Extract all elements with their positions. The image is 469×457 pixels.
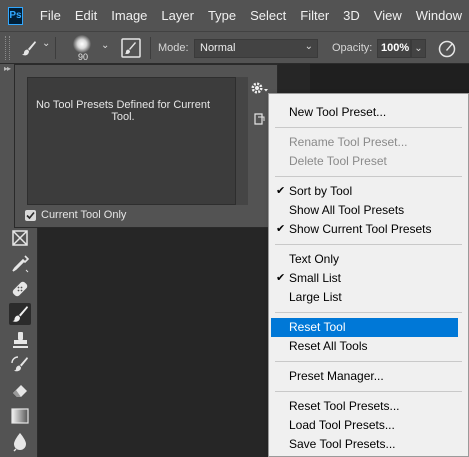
menu-separator	[275, 312, 462, 313]
brush-tip-preview[interactable]	[73, 35, 91, 53]
brush-tool-button[interactable]	[9, 303, 31, 325]
menu-item-label: Rename Tool Preset...	[289, 135, 408, 149]
separator	[150, 37, 151, 59]
options-bar-grip[interactable]	[5, 36, 10, 60]
frame-tool-icon[interactable]	[9, 227, 31, 249]
menu-item-show-all-tool-presets[interactable]: Show All Tool Presets	[271, 201, 458, 220]
menu-item-show-current-tool-presets[interactable]: ✔ Show Current Tool Presets	[271, 220, 458, 239]
blend-mode-select[interactable]: Normal ⌄	[194, 39, 318, 58]
mode-label: Mode:	[158, 42, 189, 54]
menu-separator	[275, 361, 462, 362]
menu-item-new-tool-preset[interactable]: New Tool Preset...	[271, 103, 458, 122]
menu-item-label: Text Only	[289, 252, 340, 266]
menu-edit[interactable]: Edit	[68, 8, 104, 23]
menu-item-label: Reset Tool	[289, 320, 346, 334]
menu-item-large-list[interactable]: Large List	[271, 288, 458, 307]
menu-file[interactable]: File	[33, 8, 68, 23]
tool-presets-panel: No Tool Presets Defined for Current Tool…	[14, 64, 278, 228]
tool-preset-picker-caret[interactable]: ⌄	[42, 38, 50, 49]
menu-item-preset-manager[interactable]: Preset Manager...	[271, 367, 458, 386]
current-tool-only-checkbox[interactable]	[25, 209, 36, 221]
brush-size-value: 90	[78, 52, 89, 62]
menu-item-label: Preset Manager...	[289, 369, 384, 383]
tool-presets-list[interactable]: No Tool Presets Defined for Current Tool…	[27, 77, 236, 205]
menu-item-delete-tool-preset[interactable]: Delete Tool Preset	[271, 152, 458, 171]
menu-view[interactable]: View	[367, 8, 409, 23]
menu-item-rename-tool-preset[interactable]: Rename Tool Preset...	[271, 133, 458, 152]
menu-item-label: New Tool Preset...	[289, 105, 387, 119]
history-brush-tool-icon[interactable]	[9, 354, 31, 376]
menu-item-load-tool-presets[interactable]: Load Tool Presets...	[271, 416, 458, 435]
menu-layer[interactable]: Layer	[154, 8, 201, 23]
current-tool-only-option[interactable]: Current Tool Only	[25, 209, 126, 221]
menu-item-label: Show Current Tool Presets	[289, 222, 432, 236]
menu-item-label: Show All Tool Presets	[289, 203, 405, 217]
opacity-label: Opacity:	[332, 42, 373, 54]
separator	[55, 37, 56, 59]
pressure-opacity-icon[interactable]	[437, 39, 457, 59]
current-tool-only-label: Current Tool Only	[41, 209, 127, 221]
menu-item-reset-all-tools[interactable]: Reset All Tools	[271, 337, 458, 356]
eraser-tool-icon[interactable]	[9, 379, 31, 401]
menu-item-save-tool-presets[interactable]: Save Tool Presets...	[271, 435, 458, 454]
preset-list-scrollbar[interactable]	[236, 77, 248, 205]
gear-icon[interactable]	[249, 80, 269, 96]
menu-image[interactable]: Image	[104, 8, 154, 23]
menu-bar: Ps File Edit Image Layer Type Select Fil…	[0, 0, 469, 31]
photoshop-logo: Ps	[8, 6, 23, 25]
checkmark-icon: ✔	[276, 223, 286, 235]
checkmark-icon: ✔	[276, 185, 286, 197]
menu-type[interactable]: Type	[201, 8, 243, 23]
menu-item-label: Load Tool Presets...	[289, 418, 395, 432]
menu-item-label: Reset Tool Presets...	[289, 399, 400, 413]
menu-item-sort-by-tool[interactable]: ✔ Sort by Tool	[271, 182, 458, 201]
menu-filter[interactable]: Filter	[293, 8, 336, 23]
menu-item-text-only[interactable]: Text Only	[271, 250, 458, 269]
new-preset-icon[interactable]	[253, 113, 265, 125]
options-bar: ⌄ 90 ⌄ Mode: Normal ⌄ Opacity: 100% ⌄	[0, 31, 469, 64]
menu-separator	[275, 391, 462, 392]
menu-item-label: Reset All Tools	[289, 339, 368, 353]
menu-item-label: Small List	[289, 271, 342, 285]
blur-tool-icon[interactable]	[9, 430, 31, 452]
no-presets-message: No Tool Presets Defined for Current Tool…	[35, 99, 211, 123]
brush-tool-icon[interactable]	[20, 39, 38, 57]
clone-stamp-tool-icon[interactable]	[9, 329, 31, 351]
menu-item-label: Delete Tool Preset	[289, 154, 387, 168]
checkmark-icon	[26, 211, 35, 219]
menu-3d[interactable]: 3D	[336, 8, 367, 23]
menu-separator	[275, 244, 462, 245]
brush-preset-picker-caret[interactable]: ⌄	[101, 40, 109, 51]
menu-item-reset-tool-presets[interactable]: Reset Tool Presets...	[271, 397, 458, 416]
gradient-tool-icon[interactable]	[9, 405, 31, 427]
tool-presets-flyout-menu: New Tool Preset... Rename Tool Preset...…	[268, 93, 469, 457]
brush-settings-panel-icon[interactable]	[121, 38, 141, 58]
checkmark-icon: ✔	[276, 272, 286, 284]
menu-select[interactable]: Select	[243, 8, 293, 23]
opacity-input[interactable]: 100%	[377, 39, 411, 58]
brush-icon	[12, 306, 28, 322]
menu-item-label: Save Tool Presets...	[289, 437, 396, 451]
chevron-down-icon: ⌄	[304, 41, 313, 52]
blend-mode-value: Normal	[200, 42, 236, 54]
collapse-arrows-icon[interactable]: ▸▸	[4, 64, 11, 73]
spot-healing-brush-icon[interactable]	[9, 278, 31, 300]
menu-window[interactable]: Window	[409, 8, 469, 23]
menu-item-label: Sort by Tool	[289, 184, 353, 198]
eyedropper-tool-icon[interactable]	[9, 253, 31, 275]
opacity-value: 100%	[381, 42, 410, 54]
menu-item-label: Large List	[289, 290, 342, 304]
opacity-slider-toggle[interactable]: ⌄	[411, 39, 426, 58]
menu-item-small-list[interactable]: ✔ Small List	[271, 269, 458, 288]
menu-separator	[275, 127, 462, 128]
menu-item-reset-tool[interactable]: Reset Tool	[271, 318, 458, 337]
menu-separator	[275, 176, 462, 177]
